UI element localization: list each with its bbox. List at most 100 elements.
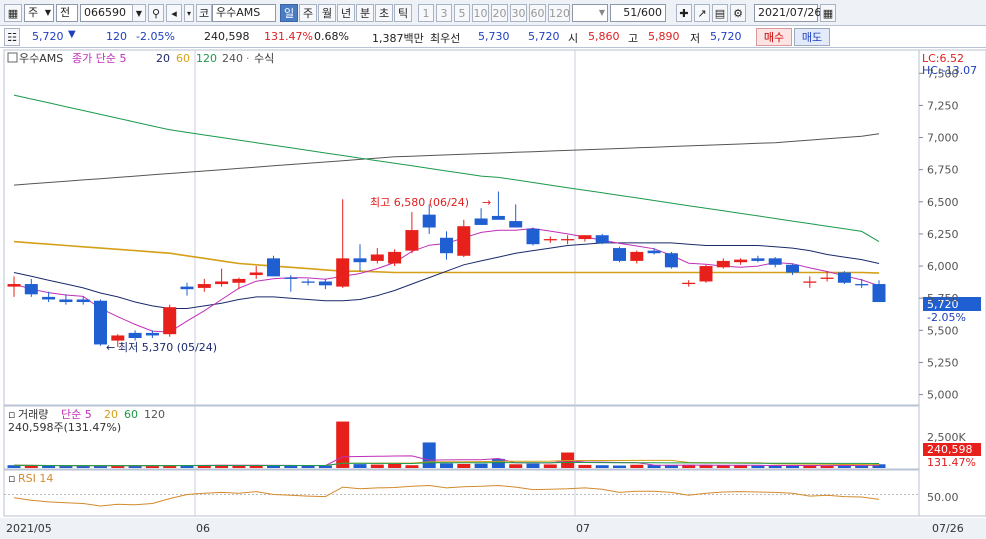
candle-body (457, 226, 471, 256)
candle-body (111, 335, 125, 341)
period-button-2[interactable]: 월 (318, 4, 336, 22)
rsi-axis-tick: 50.00 (927, 491, 959, 504)
crosshair-icon[interactable]: ✚ (676, 4, 692, 22)
volume-bar (232, 465, 246, 468)
current-price: 5,720 (32, 30, 64, 43)
volume-legend-ma60: 60 (124, 408, 138, 421)
chart-toolbar: ▦ 주 ▼ 전 066590 ▼ ⚲ ◂ ▾ 코 우수AMS 일주월년분초틱 13… (0, 0, 986, 26)
unit-select[interactable]: ▼ (572, 4, 608, 22)
candle-body (716, 260, 730, 268)
candle-body (803, 281, 817, 283)
candle-body (786, 264, 799, 273)
save-icon[interactable]: ▤ (712, 4, 728, 22)
candle-body (7, 284, 21, 287)
buy-button[interactable]: 매수 (756, 28, 792, 46)
period-button-4[interactable]: 분 (356, 4, 374, 22)
calendar-icon[interactable]: ▦ (820, 4, 836, 22)
price-change: 120 (106, 30, 127, 43)
interval-button-10[interactable]: 10 (472, 4, 489, 22)
candle-body (630, 251, 644, 261)
y-tick-label: 7,000 (927, 132, 959, 145)
bar-count-field[interactable]: 51/600 (610, 4, 666, 22)
price-change-pct: -2.05% (136, 30, 175, 43)
interval-button-3[interactable]: 3 (436, 4, 452, 22)
interval-button-1[interactable]: 1 (418, 4, 434, 22)
y-tick-label: 6,000 (927, 260, 959, 273)
volume-legend-ma20: 20 (104, 408, 118, 421)
legend-ma-title: 종가 단순 (72, 52, 116, 65)
candle-body (509, 221, 523, 228)
y-tick-label: 7,250 (927, 99, 959, 112)
interval-button-20[interactable]: 20 (491, 4, 508, 22)
volume-ratio: 131.47% (264, 30, 313, 43)
candle-body (699, 266, 713, 282)
y-tick-label: 6,750 (927, 164, 959, 177)
volume-bar (578, 464, 592, 468)
period-button-1[interactable]: 주 (299, 4, 317, 22)
candle-body (837, 272, 851, 283)
quote-bar: ☷ 5,720 ▼ 120 -2.05% 240,598 131.47% 0.6… (0, 26, 986, 48)
volume-bar (664, 465, 678, 468)
volume-legend-ma5: 단순 5 (61, 408, 92, 421)
stock-name-field[interactable]: 우수AMS (212, 4, 276, 22)
high-annotation: 최고 6,580 (06/24) (370, 196, 469, 209)
gear-icon[interactable]: ⚙ (730, 4, 746, 22)
candle-body (318, 281, 332, 286)
down-arrow-icon: ▼ (68, 29, 76, 40)
volume-bar (595, 465, 609, 468)
candle-body (682, 282, 696, 285)
candle-body (872, 284, 886, 303)
cycle-select[interactable]: 주 ▼ (24, 4, 54, 22)
interval-button-120[interactable]: 120 (548, 4, 570, 22)
code-dropdown-icon[interactable]: ▼ (132, 4, 146, 22)
volume-bar (630, 464, 644, 468)
candle-body (474, 218, 488, 225)
candle-body (128, 332, 142, 339)
date-field[interactable]: 2021/07/26 (754, 4, 821, 22)
candle-body (197, 284, 211, 288)
volume-bar (751, 465, 765, 468)
interval-button-30[interactable]: 30 (510, 4, 527, 22)
y-tick-label: 7,500 (927, 67, 959, 80)
x-label-june: 06 (196, 522, 210, 535)
candle-body (734, 259, 748, 263)
x-label-july: 07 (576, 522, 590, 535)
interval-button-60[interactable]: 60 (529, 4, 546, 22)
sound-icon[interactable]: ◂ (166, 4, 182, 22)
volume-bar (440, 463, 453, 468)
volume-legend-name: 거래량 (18, 408, 48, 421)
period-button-5[interactable]: 초 (375, 4, 393, 22)
candle-body (301, 281, 315, 283)
y-tick-label: 6,500 (927, 196, 959, 209)
volume-bar (284, 465, 298, 468)
candle-body (163, 307, 177, 335)
candle-body (855, 284, 869, 286)
chart-menu-icon[interactable]: ▦ (4, 4, 22, 22)
volume-legend-ma5-value: 5 (85, 408, 92, 421)
open-price: 5,860 (588, 30, 620, 43)
search-icon[interactable]: ⚲ (148, 4, 164, 22)
market-badge[interactable]: 코 (196, 4, 212, 22)
best-ask: 5,730 (478, 30, 510, 43)
volume-value: 240,598 (204, 30, 250, 43)
market-label: 코 (198, 7, 210, 20)
candle-body (145, 332, 159, 336)
nav-dropdown-icon[interactable]: ▾ (184, 4, 194, 22)
candle-body (94, 300, 107, 345)
sell-button[interactable]: 매도 (794, 28, 830, 46)
all-select[interactable]: 전 (56, 4, 78, 22)
low-annotation: 최저 5,370 (05/24) (118, 341, 217, 354)
table-icon[interactable]: ☷ (4, 28, 20, 46)
volume-bar (613, 465, 626, 468)
trend-tool-icon[interactable]: ↗ (694, 4, 710, 22)
bar-count: 51 (623, 6, 638, 19)
candle-body (595, 235, 609, 243)
all-select-value: 전 (60, 6, 71, 19)
interval-button-5[interactable]: 5 (454, 4, 470, 22)
candle-body (526, 228, 540, 245)
legend-ma240: 240 (222, 52, 243, 65)
volume-bar (42, 465, 56, 468)
period-button-6[interactable]: 틱 (394, 4, 412, 22)
period-button-0[interactable]: 일 (280, 4, 298, 22)
period-button-3[interactable]: 년 (337, 4, 355, 22)
